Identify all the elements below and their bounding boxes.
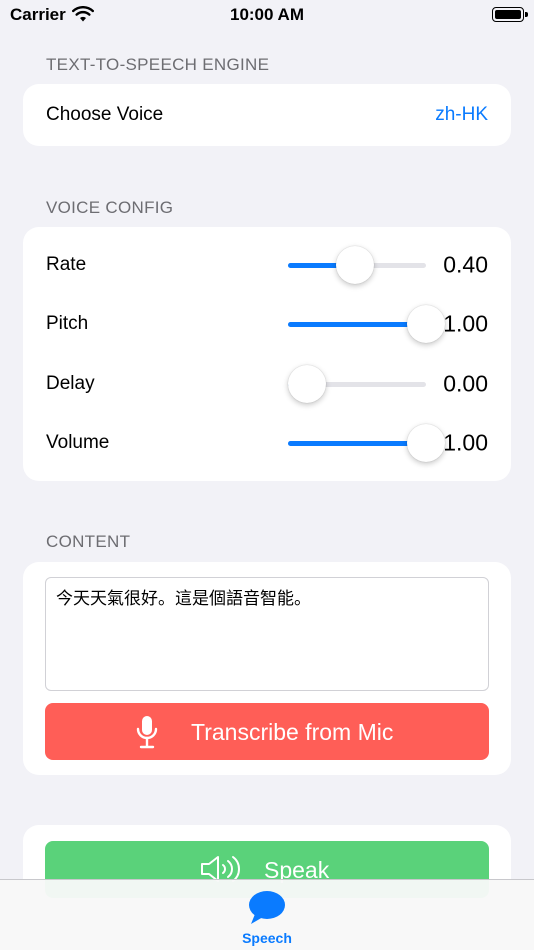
content-section-header: CONTENT (46, 532, 131, 551)
volume-row: Volume 1.00 (23, 413, 511, 472)
rate-label: Rate (46, 253, 87, 275)
battery-icon (492, 7, 528, 22)
tab-speech[interactable]: Speech (227, 886, 307, 948)
choose-voice-row[interactable]: Choose Voice zh-HK (23, 84, 511, 146)
pitch-label: Pitch (46, 312, 89, 334)
voice-value[interactable]: zh-HK (435, 104, 488, 126)
volume-slider[interactable] (288, 424, 445, 462)
pitch-slider-thumb[interactable] (407, 305, 445, 343)
tab-bar: Speech (0, 879, 534, 950)
delay-slider-thumb[interactable] (288, 365, 326, 403)
choose-voice-label: Choose Voice (46, 104, 164, 125)
rate-slider[interactable] (288, 246, 426, 284)
voice-config-section-header: VOICE CONFIG (46, 198, 174, 217)
clock: 10:00 AM (229, 5, 304, 24)
delay-slider[interactable] (288, 365, 426, 403)
engine-section-header: TEXT-TO-SPEECH ENGINE (46, 55, 270, 74)
rate-value: 0.40 (443, 251, 488, 277)
app-screen: Carrier 10:00 AM TEXT-TO-SPEECH ENGINE C… (0, 0, 534, 950)
delay-value: 0.00 (443, 370, 488, 396)
volume-slider-thumb[interactable] (407, 424, 445, 462)
volume-label: Volume (46, 431, 110, 453)
pitch-row: Pitch 1.00 (23, 294, 511, 353)
transcribe-mic-label: Transcribe from Mic (191, 719, 394, 745)
rate-row: Rate 0.40 (23, 235, 511, 294)
transcribe-mic-button[interactable]: Transcribe from Mic (45, 703, 489, 760)
rate-slider-thumb[interactable] (335, 246, 374, 284)
volume-slider-fill (288, 440, 426, 446)
delay-label: Delay (46, 372, 95, 394)
content-card: 今天天氣很好。這是個語音智能。 Transcribe from Mic (23, 562, 511, 775)
content-text-area[interactable]: 今天天氣很好。這是個語音智能。 (45, 577, 489, 691)
volume-value: 1.00 (443, 429, 488, 455)
voice-config-card: Rate 0.40 Pitch 1.00 Delay 0.00 Volume 1… (23, 227, 511, 481)
pitch-slider-fill (288, 321, 426, 327)
speech-bubble-icon (248, 890, 286, 931)
status-bar: Carrier 10:00 AM (0, 0, 534, 32)
pitch-slider[interactable] (288, 305, 445, 343)
pitch-value: 1.00 (443, 310, 488, 336)
tab-speech-label: Speech (242, 930, 292, 946)
microphone-icon (135, 715, 159, 754)
delay-row: Delay 0.00 (23, 354, 511, 413)
